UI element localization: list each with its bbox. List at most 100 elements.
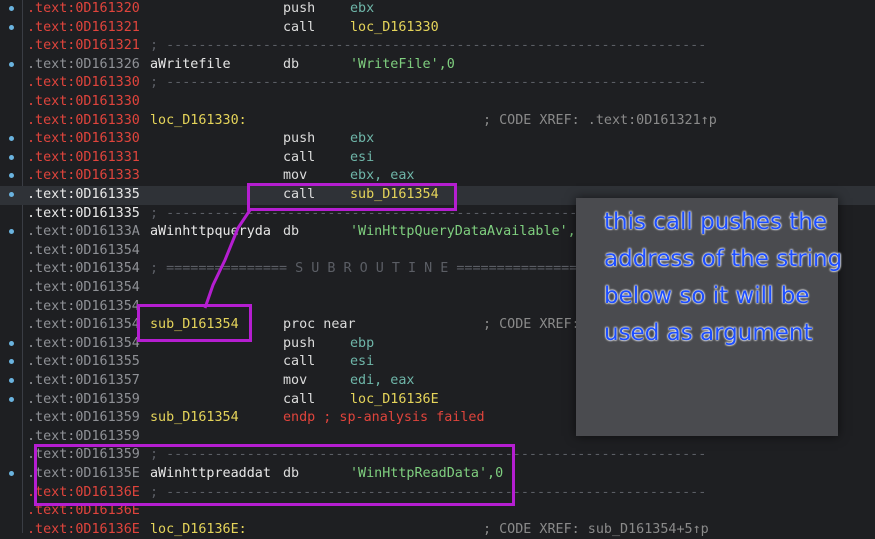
listing-line[interactable]: .text:0D161321 ; ------------------------… (0, 37, 875, 56)
separator-comment: ; --------------------------------------… (150, 484, 707, 500)
listing-line[interactable]: .text:0D161320 push ebx (0, 0, 875, 19)
code-label[interactable]: aWinhttpqueryda (150, 223, 271, 242)
breakpoint-dot-icon[interactable] (9, 396, 14, 402)
listing-line[interactable]: .text:0D161330 ; ------------------------… (0, 74, 875, 93)
instruction-operand[interactable]: esi (350, 353, 374, 372)
line-address[interactable]: .text:0D16133A (27, 223, 140, 242)
instruction-operand[interactable]: edi, eax (350, 372, 415, 391)
instruction-mnemonic[interactable]: push (283, 0, 315, 19)
line-address[interactable]: .text:0D16135E (27, 465, 140, 484)
listing-line[interactable]: .text:0D161326 aWritefile db 'WriteFile',0 (0, 56, 875, 75)
line-address[interactable]: .text:0D161354 (27, 260, 140, 279)
listing-line[interactable]: .text:0D161359 ; ------------------------… (0, 446, 875, 465)
instruction-operand[interactable]: esi (350, 149, 374, 168)
line-address[interactable]: .text:0D161321 (27, 37, 140, 56)
instruction-mnemonic[interactable]: push (283, 335, 315, 354)
instruction-mnemonic[interactable]: call (283, 186, 315, 205)
instruction-operand[interactable]: 'WinHttpReadData',0 (350, 465, 503, 484)
listing-line[interactable]: .text:0D16136E loc_D16136E: ; CODE XREF: s… (0, 521, 875, 539)
instruction-operand[interactable]: loc_D161330 (350, 19, 439, 38)
breakpoint-dot-icon[interactable] (9, 471, 14, 476)
line-address[interactable]: .text:0D16136E (27, 521, 140, 539)
instruction-operand[interactable]: ebx (350, 130, 374, 149)
instruction-operand[interactable]: 'WinHttpQueryDataAvailable',0 (350, 223, 584, 242)
breakpoint-dot-icon[interactable] (9, 173, 14, 179)
annotation-text: this call pushes the address of the stri… (604, 209, 843, 346)
instruction-mnemonic[interactable]: proc near (283, 316, 356, 335)
line-address[interactable]: .text:0D161354 (27, 298, 140, 317)
instruction-mnemonic[interactable]: call (283, 353, 315, 372)
line-address[interactable]: .text:0D161330 (27, 74, 140, 93)
breakpoint-dot-icon[interactable] (9, 136, 14, 142)
listing-line[interactable]: .text:0D161330 push ebx (0, 130, 875, 149)
instruction-mnemonic[interactable]: db (283, 465, 299, 484)
code-label[interactable]: sub_D161354 (150, 316, 239, 335)
line-address[interactable]: .text:0D161333 (27, 167, 140, 186)
instruction-operand[interactable]: ebp (350, 335, 374, 354)
line-address[interactable]: .text:0D161326 (27, 56, 140, 75)
line-address[interactable]: .text:0D161321 (27, 19, 140, 38)
instruction-mnemonic[interactable]: db (283, 56, 299, 75)
breakpoint-dot-icon[interactable] (9, 24, 14, 30)
separator-comment: ; --------------------------------------… (150, 447, 707, 463)
line-address[interactable]: .text:0D161354 (27, 316, 140, 335)
line-address[interactable]: .text:0D161320 (27, 0, 140, 19)
line-address[interactable]: .text:0D161330 (27, 130, 140, 149)
instruction-operand[interactable]: loc_D16136E (350, 391, 439, 410)
listing-line[interactable]: .text:0D16136E ; ------------------------… (0, 484, 875, 503)
instruction-mnemonic[interactable]: endp ; sp-analysis failed (283, 409, 485, 428)
xref-comment[interactable]: ; CODE XREF: sub_D161354+5↑p (483, 521, 709, 539)
listing-line[interactable]: .text:0D161321 call loc_D161330 (0, 19, 875, 38)
line-address[interactable]: .text:0D161359 (27, 409, 140, 428)
line-address[interactable]: .text:0D161359 (27, 428, 140, 447)
breakpoint-dot-icon[interactable] (9, 340, 14, 346)
listing-line[interactable]: .text:0D161330 (0, 93, 875, 112)
line-address[interactable]: .text:0D161359 (27, 446, 140, 465)
code-label[interactable]: aWinhttpreaddat (150, 465, 271, 484)
code-label[interactable]: sub_D161354 (150, 409, 239, 428)
code-label[interactable]: loc_D16136E: (150, 521, 247, 539)
listing-line[interactable]: .text:0D161333 mov ebx, eax (0, 167, 875, 186)
breakpoint-dot-icon[interactable] (9, 6, 14, 11)
breakpoint-dot-icon[interactable] (9, 61, 14, 67)
line-address[interactable]: .text:0D161335 (27, 205, 140, 224)
breakpoint-dot-icon[interactable] (9, 359, 14, 365)
annotation-callout: this call pushes the address of the stri… (576, 198, 842, 436)
line-address[interactable]: .text:0D16136E (27, 502, 140, 521)
instruction-operand[interactable]: ebx (350, 0, 374, 19)
line-address[interactable]: .text:0D161359 (27, 391, 140, 410)
listing-line[interactable]: .text:0D161331 call esi (0, 149, 875, 168)
line-address[interactable]: .text:0D16136E (27, 484, 140, 503)
instruction-operand[interactable]: sub_D161354 (350, 186, 439, 205)
instruction-mnemonic[interactable]: db (283, 223, 299, 242)
instruction-mnemonic[interactable]: mov (283, 167, 307, 186)
instruction-mnemonic[interactable]: call (283, 149, 315, 168)
line-address[interactable]: .text:0D161331 (27, 149, 140, 168)
line-address[interactable]: .text:0D161354 (27, 242, 140, 261)
line-address[interactable]: .text:0D161354 (27, 279, 140, 298)
instruction-mnemonic[interactable]: mov (283, 372, 307, 391)
breakpoint-dot-icon[interactable] (9, 192, 14, 197)
breakpoint-dot-icon[interactable] (9, 378, 14, 383)
line-address[interactable]: .text:0D161355 (27, 353, 140, 372)
line-address[interactable]: .text:0D161335 (27, 186, 140, 205)
instruction-mnemonic[interactable]: call (283, 391, 315, 410)
separator-comment: ; --------------------------------------… (150, 38, 707, 54)
breakpoint-dot-icon[interactable] (9, 229, 14, 235)
separator-comment: ; --------------------------------------… (150, 75, 707, 91)
line-address[interactable]: .text:0D161354 (27, 335, 140, 354)
listing-line[interactable]: .text:0D16136E (0, 502, 875, 521)
line-address[interactable]: .text:0D161330 (27, 112, 140, 131)
breakpoint-dot-icon[interactable] (9, 154, 14, 160)
listing-line[interactable]: .text:0D161330 loc_D161330: ; CODE XREF: .… (0, 112, 875, 131)
xref-comment[interactable]: ; CODE XREF: .text:0D161321↑p (483, 112, 717, 131)
instruction-mnemonic[interactable]: push (283, 130, 315, 149)
instruction-operand[interactable]: 'WriteFile',0 (350, 56, 455, 75)
code-label[interactable]: loc_D161330: (150, 112, 247, 131)
line-address[interactable]: .text:0D161357 (27, 372, 140, 391)
listing-line[interactable]: .text:0D16135E aWinhttpreaddat db 'WinHttpR… (0, 465, 875, 484)
instruction-operand[interactable]: ebx, eax (350, 167, 415, 186)
instruction-mnemonic[interactable]: call (283, 19, 315, 38)
code-label[interactable]: aWritefile (150, 56, 231, 75)
line-address[interactable]: .text:0D161330 (27, 93, 140, 112)
